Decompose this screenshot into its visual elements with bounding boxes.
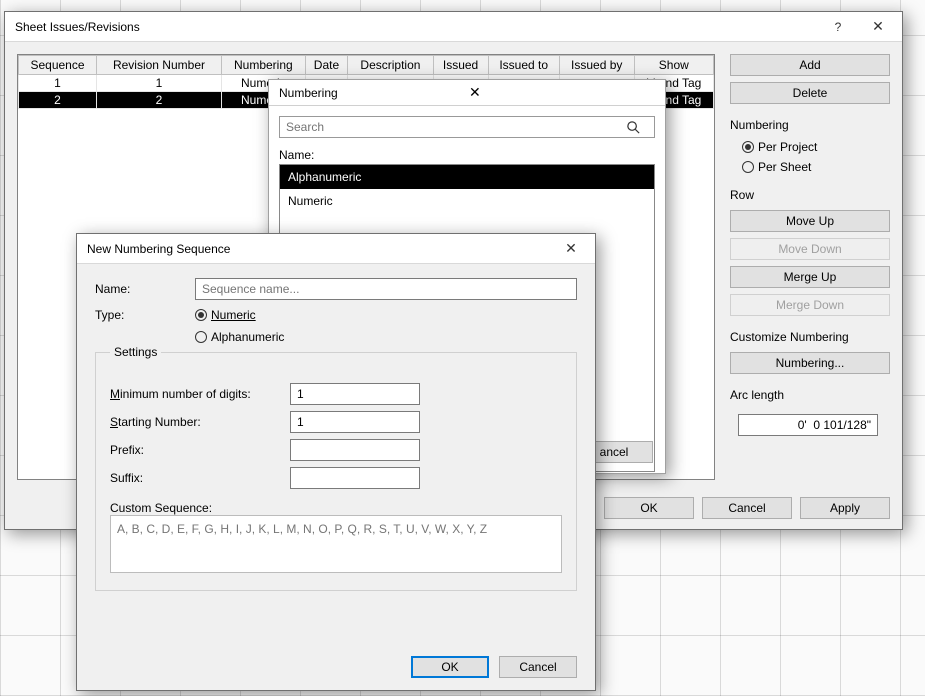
col-issued-by[interactable]: Issued by [559,56,634,75]
dialog-title: New Numbering Sequence [87,242,551,256]
close-icon[interactable]: ✕ [469,84,659,101]
ok-button[interactable]: OK [411,656,489,678]
radio-icon [195,331,207,343]
custom-sequence-input[interactable] [110,515,562,573]
starting-number-label: Starting Number: [110,415,290,429]
cancel-button[interactable]: Cancel [702,497,792,519]
col-issued[interactable]: Issued [433,56,488,75]
move-up-button[interactable]: Move Up [730,210,890,232]
numbering-button[interactable]: Numbering... [730,352,890,374]
prefix-label: Prefix: [110,443,290,457]
suffix-input[interactable] [290,467,420,489]
add-button[interactable]: Add [730,54,890,76]
settings-group: Settings Minimum number of digits: Start… [95,352,577,591]
settings-label: Settings [110,345,161,359]
type-numeric-radio[interactable]: Numeric [195,308,256,322]
name-input[interactable] [195,278,577,300]
col-sequence[interactable]: Sequence [19,56,97,75]
titlebar[interactable]: New Numbering Sequence ✕ [77,234,595,264]
list-item[interactable]: Numeric [280,189,654,213]
prefix-input[interactable] [290,439,420,461]
close-icon: ✕ [872,18,884,35]
search-icon [626,120,641,135]
row-label: Row [730,188,890,202]
type-alpha-radio[interactable]: Alphanumeric [195,330,284,344]
col-numbering[interactable]: Numbering [221,56,305,75]
dialog-title: Sheet Issues/Revisions [15,20,818,34]
delete-button[interactable]: Delete [730,82,890,104]
arc-length-label: Arc length [730,388,890,402]
numbering-popup-title: Numbering [279,86,469,100]
col-revision-number[interactable]: Revision Number [96,56,221,75]
help-button[interactable]: ? [818,13,858,41]
arc-length-input[interactable] [738,414,878,436]
new-numbering-dialog: New Numbering Sequence ✕ Name: Type: Num… [76,233,596,691]
cancel-button[interactable]: Cancel [499,656,577,678]
name-label: Name: [279,148,655,162]
starting-number-input[interactable] [290,411,420,433]
merge-up-button[interactable]: Merge Up [730,266,890,288]
type-label: Type: [95,308,195,322]
suffix-label: Suffix: [110,471,290,485]
col-description[interactable]: Description [348,56,433,75]
search-input[interactable] [279,116,655,138]
titlebar[interactable]: Sheet Issues/Revisions ? ✕ [5,12,902,42]
radio-icon [742,161,754,173]
close-icon: ✕ [565,240,577,257]
customize-label: Customize Numbering [730,330,890,344]
min-digits-label: Minimum number of digits: [110,387,290,401]
numbering-label: Numbering [730,118,890,132]
col-issued-to[interactable]: Issued to [488,56,559,75]
search-row [279,116,655,138]
col-date[interactable]: Date [305,56,348,75]
dialog-footer: OK Cancel [411,656,577,678]
close-button[interactable]: ✕ [551,235,591,263]
radio-icon [195,309,207,321]
ok-button[interactable]: OK [604,497,694,519]
apply-button[interactable]: Apply [800,497,890,519]
min-digits-input[interactable] [290,383,420,405]
name-label: Name: [95,282,195,296]
radio-icon [742,141,754,153]
right-panel: Add Delete Numbering Per Project Per She… [730,54,890,436]
list-item[interactable]: Alphanumeric [280,165,654,189]
numbering-popup-header[interactable]: Numbering ✕ [269,80,665,106]
move-down-button: Move Down [730,238,890,260]
col-show[interactable]: Show [634,56,713,75]
custom-seq-label: Custom Sequence: [110,501,562,515]
per-sheet-radio[interactable]: Per Sheet [742,160,890,174]
dialog-footer: OK Cancel Apply [604,497,890,519]
close-button[interactable]: ✕ [858,13,898,41]
per-project-radio[interactable]: Per Project [742,140,890,154]
merge-down-button: Merge Down [730,294,890,316]
